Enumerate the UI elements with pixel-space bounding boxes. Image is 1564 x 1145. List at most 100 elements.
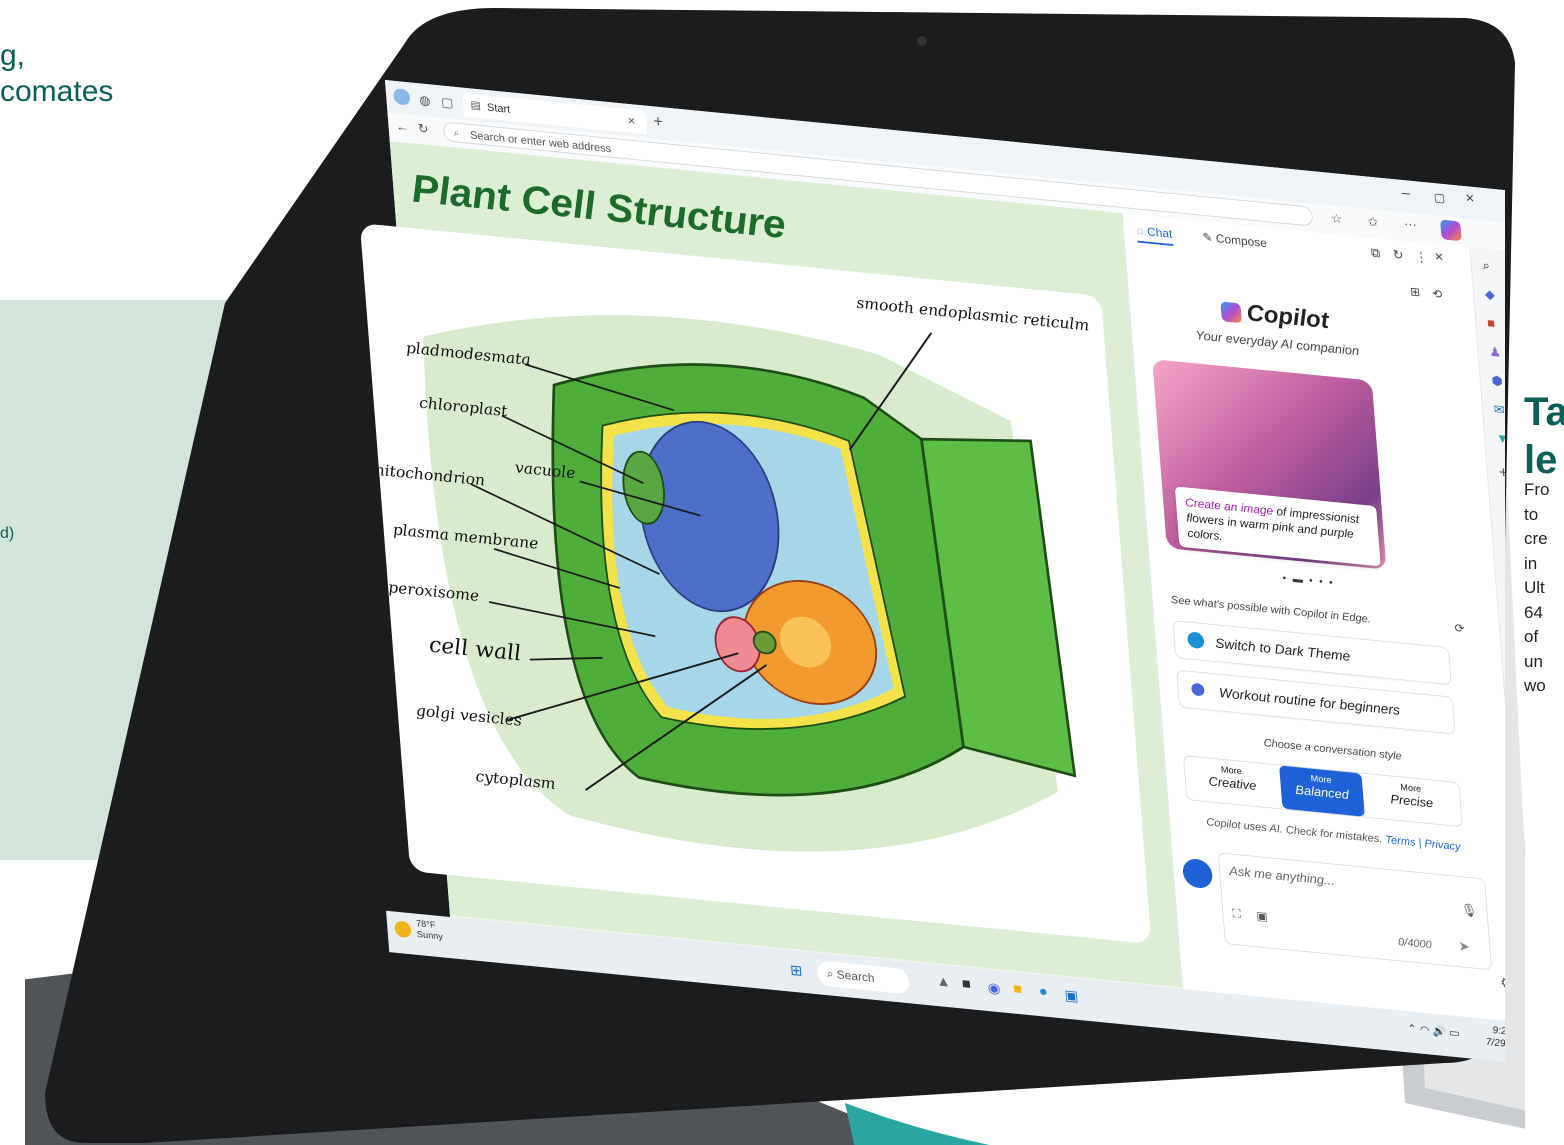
edge-icon: [1186, 631, 1205, 650]
taskbar-search[interactable]: ⌕ Search: [816, 960, 911, 995]
workspaces-icon[interactable]: ◍: [419, 92, 431, 108]
system-tray-icons[interactable]: ⌃ ◠ 🔊 ▭: [1407, 1022, 1460, 1040]
minimize-icon[interactable]: –: [1401, 185, 1410, 202]
copilot-brand: Copilot: [1220, 296, 1330, 334]
right-marketing-title: Ta le: [1524, 388, 1564, 484]
rail-games-icon[interactable]: ♟: [1489, 344, 1502, 360]
taskbar-store-icon[interactable]: ▣: [1064, 986, 1079, 1005]
suggestion-label: Workout routine for beginners: [1218, 685, 1401, 719]
page-content: Plant Cell Structure smooth endoplasmic …: [359, 141, 1182, 988]
clock-date: 7/29/2024: [1485, 1036, 1505, 1052]
search-icon: ⌕: [453, 127, 460, 140]
style-balanced-button[interactable]: More Balanced: [1279, 765, 1365, 817]
rail-drop-icon[interactable]: ▼: [1495, 430, 1505, 446]
plugins-icon[interactable]: ⊞: [1410, 284, 1421, 299]
copilot-toolbar-icon[interactable]: [1440, 219, 1462, 242]
char-count: 0/4000: [1397, 935, 1433, 952]
taskbar-file-explorer-icon[interactable]: ■: [1013, 981, 1023, 998]
carousel-card[interactable]: Create an image of impressionist flowers…: [1152, 359, 1387, 570]
taskbar-edge-icon[interactable]: ●: [1038, 984, 1048, 1001]
rail-outlook-icon[interactable]: ✉: [1493, 402, 1505, 418]
add-image-icon[interactable]: ▣: [1256, 909, 1268, 925]
copilot-tagline: Your everyday AI companion: [1195, 327, 1360, 359]
slide-diagram-card: smooth endoplasmic reticulm pladmodesmat…: [359, 223, 1152, 945]
choose-style-label: Choose a conversation style: [1263, 736, 1403, 763]
right-body-line: Fro: [1524, 480, 1550, 499]
rail-search-icon[interactable]: ⌕: [1482, 258, 1490, 274]
settings-icon[interactable]: ⚙: [1500, 974, 1505, 993]
see-possible-text: See what's possible with Copilot in Edge…: [1170, 593, 1372, 626]
left-marketing-fragment: d): [0, 525, 15, 542]
restore-icon[interactable]: ▢: [1433, 190, 1445, 206]
refresh-chat-icon[interactable]: ↻: [1392, 247, 1404, 263]
right-body-line: wo: [1524, 676, 1546, 695]
style-creative-button[interactable]: More Creative: [1189, 757, 1275, 808]
accent-shape: [845, 1103, 990, 1145]
right-body-line: to: [1524, 504, 1539, 524]
taskbar-search-label: Search: [836, 967, 875, 985]
weather-widget[interactable]: 78°F Sunny: [416, 919, 444, 943]
tab-title: Start: [486, 100, 511, 116]
send-icon[interactable]: ➤: [1458, 938, 1471, 954]
right-body-line: of: [1524, 627, 1539, 646]
tab-compose-label: Compose: [1215, 231, 1268, 250]
camera: [917, 36, 927, 46]
screenshot-icon[interactable]: ⛶: [1232, 906, 1241, 921]
tab-close-icon[interactable]: ×: [627, 113, 636, 128]
privacy-link[interactable]: Privacy: [1424, 837, 1461, 853]
carousel-dots[interactable]: • ▬ • • •: [1282, 573, 1335, 589]
right-marketing-body: Fro to cre in Ult 64 of un wo: [1524, 478, 1550, 699]
plant-cell-diagram: smooth endoplasmic reticulm pladmodesmat…: [369, 294, 1090, 852]
more-options-icon[interactable]: ···: [1403, 216, 1417, 232]
back-icon[interactable]: ←: [395, 119, 409, 135]
tab-actions-icon[interactable]: ▢: [441, 94, 454, 110]
windows-desktop: ◍ ▢ ▤ Start × + – ▢ × ← ↻ ⌕ Search or en…: [359, 80, 1505, 1076]
copilot-logo-icon: [1220, 301, 1243, 324]
copilot-brand-text: Copilot: [1245, 298, 1330, 334]
clock[interactable]: 9:27 AM 7/29/2024: [1484, 1023, 1505, 1053]
right-body-line: in: [1524, 553, 1538, 573]
right-body-line: Ult: [1524, 578, 1545, 597]
taskbar-teams-icon[interactable]: ◉: [987, 979, 1001, 998]
tab-compose[interactable]: ✎ Compose: [1202, 230, 1267, 251]
taskbar-app-dark-icon[interactable]: ■: [961, 976, 971, 993]
weather-icon[interactable]: [394, 920, 412, 939]
favorites-icon[interactable]: ✩: [1367, 214, 1379, 230]
tab-chat-label: Chat: [1146, 224, 1173, 241]
open-in-new-icon[interactable]: ⧉: [1370, 245, 1380, 261]
new-tab-icon[interactable]: +: [653, 112, 664, 132]
suggestion-label: Switch to Dark Theme: [1214, 635, 1351, 665]
start-icon[interactable]: ⊞: [789, 961, 803, 980]
chat-input-box[interactable]: Ask me anything... 🎙 ⛶ ▣ 0/4000 ➤: [1217, 852, 1493, 971]
refresh-suggestions-icon[interactable]: ⟳: [1454, 621, 1465, 636]
terms-link[interactable]: Terms: [1385, 833, 1416, 849]
taskbar-app-landscape-icon[interactable]: ▲: [936, 974, 952, 992]
screen: ◍ ▢ ▤ Start × + – ▢ × ← ↻ ⌕ Search or en…: [55, 70, 1505, 1100]
tab-chat[interactable]: ◌ Chat: [1136, 223, 1174, 246]
disclaimer-text: Copilot uses AI. Check for mistakes.: [1205, 815, 1383, 846]
right-title-line-1: Ta: [1524, 390, 1564, 434]
rail-briefcase-icon[interactable]: ■: [1487, 315, 1496, 330]
workout-icon: [1190, 682, 1205, 697]
copilot-sidebar: ◌ Chat ✎ Compose ⧉ ↻ ⋮ × ⊞ ⟲ Copilot You…: [1121, 213, 1505, 1051]
rail-m365-icon[interactable]: ⬢: [1491, 373, 1503, 389]
weather-desc: Sunny: [416, 929, 444, 943]
close-window-icon[interactable]: ×: [1465, 191, 1475, 208]
refresh-icon[interactable]: ↻: [417, 121, 429, 137]
add-favorite-icon[interactable]: ☆: [1330, 211, 1343, 227]
history-icon[interactable]: ⟲: [1432, 287, 1443, 302]
tab-page-icon: ▤: [469, 98, 482, 112]
sidebar-close-icon[interactable]: ×: [1434, 249, 1444, 266]
rail-tag-icon[interactable]: ◆: [1484, 286, 1495, 302]
rail-add-icon[interactable]: +: [1498, 463, 1505, 483]
new-topic-button[interactable]: [1181, 857, 1214, 890]
taskbar-search-icon: ⌕: [826, 966, 834, 981]
profile-avatar[interactable]: [392, 87, 411, 106]
carousel-caption: Create an image of impressionist flowers…: [1174, 486, 1381, 567]
label-smooth-er: smooth endoplasmic reticulm: [856, 294, 1090, 335]
compose-icon: ✎: [1202, 230, 1217, 245]
style-precise-button[interactable]: More Precise: [1369, 774, 1455, 825]
chat-input-placeholder: Ask me anything...: [1228, 863, 1336, 888]
sidebar-more-icon[interactable]: ⋮: [1414, 249, 1428, 266]
microphone-icon[interactable]: 🎙: [1460, 902, 1477, 919]
